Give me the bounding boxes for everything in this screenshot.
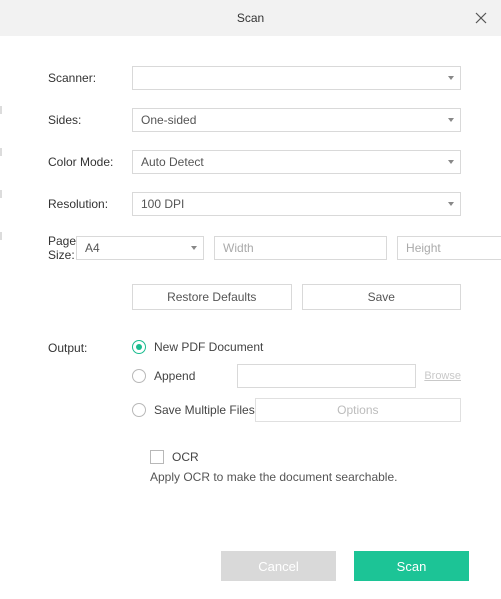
sides-label: Sides: [48,113,132,127]
chevron-down-icon [448,118,454,122]
sides-row: Sides: One-sided [48,108,461,132]
resolution-row: Resolution: 100 DPI [48,192,461,216]
color-mode-value: Auto Detect [141,155,204,169]
append-path-input[interactable] [237,364,416,388]
chevron-down-icon [191,246,197,250]
ocr-label: OCR [172,450,199,464]
output-append-row: Append Browse [132,364,461,388]
close-button[interactable] [471,8,491,28]
output-new-pdf-row: New PDF Document [132,340,461,354]
page-height-input[interactable] [397,236,501,260]
dialog-content: Scanner: Sides: One-sided Color Mode: Au… [0,36,501,484]
color-mode-select[interactable]: Auto Detect [132,150,461,174]
output-append-label: Append [154,369,195,383]
output-new-pdf-label: New PDF Document [154,340,263,354]
page-size-row: Page Size: A4 mm [48,234,461,262]
scan-button[interactable]: Scan [354,551,469,581]
color-mode-label: Color Mode: [48,155,132,169]
left-edge-ticks [0,0,2,599]
titlebar: Scan [0,0,501,36]
save-settings-button[interactable]: Save [302,284,462,310]
output-multiple-radio[interactable] [132,403,146,417]
output-multiple-row: Save Multiple Files Options [132,398,461,422]
output-append-radio[interactable] [132,369,146,383]
dialog-title: Scan [237,11,264,25]
output-label: Output: [48,341,132,484]
scanner-select[interactable] [132,66,461,90]
chevron-down-icon [448,160,454,164]
scanner-row: Scanner: [48,66,461,90]
resolution-value: 100 DPI [141,197,184,211]
ocr-description: Apply OCR to make the document searchabl… [150,470,461,484]
page-size-select[interactable]: A4 [76,236,204,260]
sides-select[interactable]: One-sided [132,108,461,132]
resolution-select[interactable]: 100 DPI [132,192,461,216]
chevron-down-icon [448,76,454,80]
close-icon [475,12,487,24]
scanner-label: Scanner: [48,71,132,85]
cancel-button[interactable]: Cancel [221,551,336,581]
dialog-footer: Cancel Scan [221,551,469,581]
output-block: Output: New PDF Document Append Browse S… [48,340,461,484]
color-mode-row: Color Mode: Auto Detect [48,150,461,174]
chevron-down-icon [448,202,454,206]
page-size-label: Page Size: [48,234,76,262]
ocr-row: OCR [150,450,461,464]
page-width-input[interactable] [214,236,387,260]
multiple-options-button[interactable]: Options [255,398,461,422]
defaults-row: Restore Defaults Save [132,284,461,310]
output-multiple-label: Save Multiple Files [154,403,255,417]
output-new-pdf-radio[interactable] [132,340,146,354]
restore-defaults-button[interactable]: Restore Defaults [132,284,292,310]
sides-value: One-sided [141,113,196,127]
ocr-checkbox[interactable] [150,450,164,464]
browse-link[interactable]: Browse [424,370,461,382]
resolution-label: Resolution: [48,197,132,211]
page-size-value: A4 [85,241,100,255]
output-options: New PDF Document Append Browse Save Mult… [132,340,461,484]
